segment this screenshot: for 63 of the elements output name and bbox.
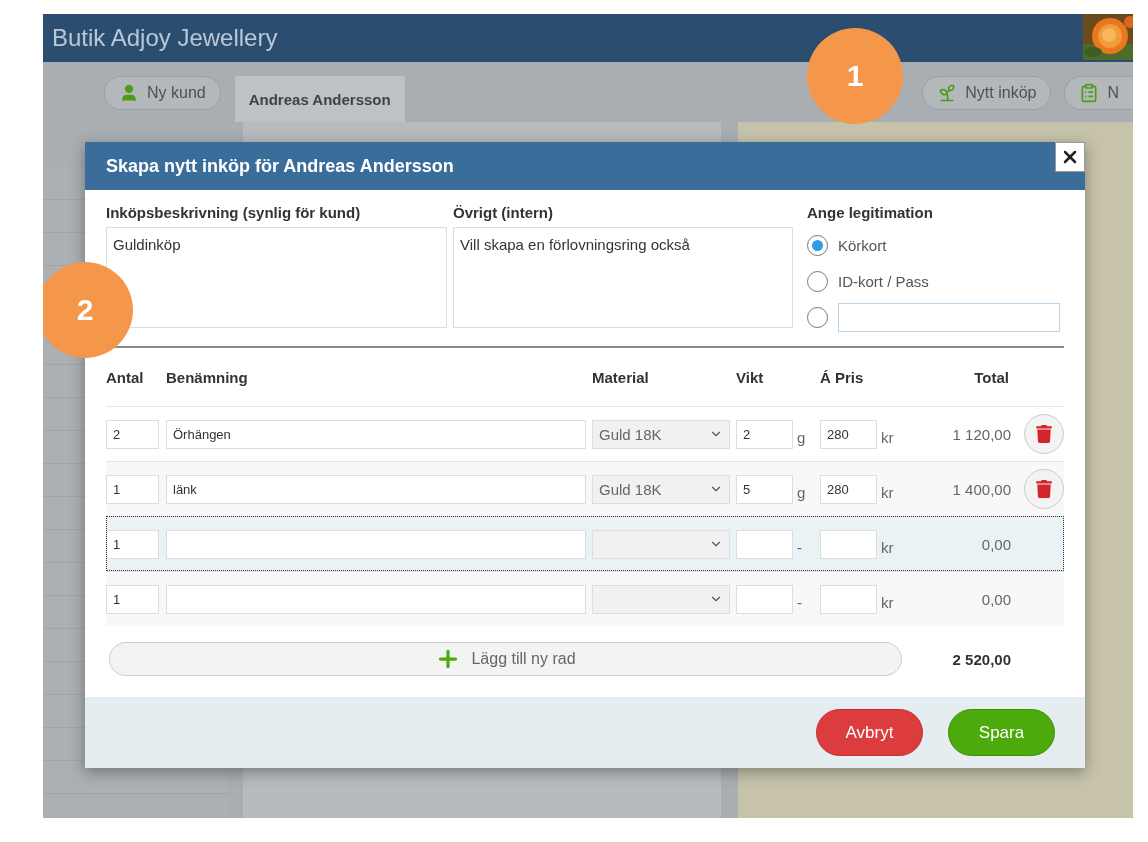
name-field[interactable]	[166, 529, 586, 559]
quantity-field[interactable]: 1	[106, 529, 159, 559]
column-header: Antal	[106, 368, 145, 386]
notes-field[interactable]: Vill skapa en förlovningsring också	[453, 227, 793, 328]
toolbar-button[interactable]: N	[1064, 76, 1133, 110]
price-unit: kr	[880, 537, 895, 556]
cancel-button[interactable]: Avbryt	[816, 709, 923, 756]
grand-total: 2 520,00	[951, 650, 1012, 668]
field-label: Övrigt (intern)	[453, 204, 554, 221]
column-header: Benämning	[166, 368, 249, 386]
toolbar-button[interactable]: Nytt inköp	[922, 76, 1052, 110]
price-unit: kr	[880, 592, 895, 611]
weight-field[interactable]: 5	[736, 474, 793, 504]
price-field[interactable]	[820, 529, 877, 559]
delete-button[interactable]	[1024, 469, 1064, 509]
quantity-field[interactable]: 1	[106, 474, 159, 504]
radio-label: ID-kort / Pass	[838, 272, 929, 290]
clipboard-icon	[1079, 83, 1100, 103]
radio-label: Körkort	[838, 236, 887, 254]
trash-icon	[1035, 425, 1053, 443]
row-total: 0,00	[980, 590, 1012, 608]
column-header: Á Pris	[820, 368, 865, 386]
column-header: Total	[973, 368, 1010, 386]
name-field[interactable]: länk	[166, 474, 586, 504]
price-field[interactable]	[820, 584, 877, 614]
row-total: 1 120,00	[951, 425, 1012, 443]
material-select[interactable]: Guld 18K	[592, 419, 730, 449]
app-title: Butik Adjoy Jewellery	[52, 24, 278, 52]
row-total: 0,00	[980, 535, 1012, 553]
person-icon	[119, 83, 139, 103]
trash-icon	[1035, 480, 1053, 498]
customer-tab[interactable]: Andreas Andersson	[234, 76, 405, 122]
price-unit: kr	[880, 427, 895, 446]
weight-unit: -	[796, 537, 803, 556]
new-customer-button[interactable]: Ny kund	[104, 76, 221, 110]
add-row-button[interactable]: Lägg till ny rad	[109, 642, 902, 676]
material-select[interactable]	[592, 584, 730, 614]
sprout-icon	[937, 83, 958, 103]
dialog-title: Skapa nytt inköp för Andreas Andersson	[106, 155, 454, 177]
input-field[interactable]	[838, 302, 1060, 332]
description-field[interactable]: Guldinköp	[106, 227, 447, 328]
quantity-field[interactable]: 2	[106, 419, 159, 449]
material-select[interactable]: Guld 18K	[592, 474, 730, 504]
weight-field[interactable]	[736, 584, 793, 614]
field-label: Ange legitimation	[807, 204, 934, 221]
material-select[interactable]	[592, 529, 730, 559]
weight-field[interactable]	[736, 529, 793, 559]
price-unit: kr	[880, 482, 895, 501]
name-field[interactable]	[166, 584, 586, 614]
quantity-field[interactable]: 1	[106, 584, 159, 614]
weight-field[interactable]: 2	[736, 419, 793, 449]
delete-button[interactable]	[1024, 414, 1064, 454]
name-field[interactable]: Örhängen	[166, 419, 586, 449]
close-button[interactable]	[1055, 142, 1085, 172]
weight-unit: -	[796, 592, 803, 611]
row-total: 1 400,00	[951, 480, 1012, 498]
field-label: Inköpsbeskrivning (synlig för kund)	[106, 204, 362, 221]
column-header: Material	[592, 368, 650, 386]
price-field[interactable]: 280	[820, 419, 877, 449]
column-header: Vikt	[736, 368, 765, 386]
weight-unit: g	[796, 427, 807, 446]
price-field[interactable]: 280	[820, 474, 877, 504]
weight-unit: g	[796, 482, 807, 501]
